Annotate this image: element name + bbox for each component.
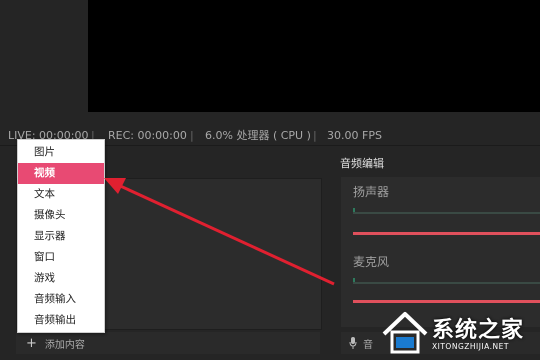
house-logo-icon (382, 312, 428, 354)
menu-item-camera[interactable]: 摄像头 (18, 205, 104, 226)
audio-panel-title: 音频编辑 (340, 157, 384, 170)
watermark: 系统之家 XITONGZHIJIA.NET (372, 306, 540, 360)
mic-level-meter (353, 282, 540, 284)
status-separator: | (313, 128, 317, 142)
menu-item-display[interactable]: 显示器 (18, 226, 104, 247)
speaker-volume-slider[interactable] (353, 232, 540, 235)
speaker-label: 扬声器 (353, 185, 390, 199)
menu-item-audio-output[interactable]: 音频输出 (18, 310, 104, 331)
plus-icon: + (26, 335, 37, 351)
mic-volume-slider[interactable] (353, 300, 540, 303)
rec-timer: REC: 00:00:00 (108, 128, 187, 142)
menu-item-window[interactable]: 窗口 (18, 247, 104, 268)
status-separator: | (190, 128, 194, 142)
watermark-url: XITONGZHIJIA.NET (432, 342, 509, 351)
fps-readout: 30.00 FPS (327, 128, 382, 142)
menu-item-game[interactable]: 游戏 (18, 268, 104, 289)
cpu-usage: 6.0% 处理器 ( CPU ) (205, 129, 311, 142)
menu-item-video[interactable]: 视频 (18, 163, 104, 184)
add-source-menu: 图片 视频 文本 摄像头 显示器 窗口 游戏 音频输入 音频输出 (17, 139, 105, 333)
menu-item-text[interactable]: 文本 (18, 184, 104, 205)
add-source-label: 添加内容 (44, 339, 85, 351)
menu-item-image[interactable]: 图片 (18, 142, 104, 163)
add-source-button[interactable]: + 添加内容 (16, 332, 320, 354)
microphone-icon (349, 337, 357, 349)
audio-mixer-panel: 扬声器 麦克风 (341, 177, 540, 327)
mic-label: 麦克风 (353, 255, 390, 269)
speaker-level-meter (353, 212, 540, 214)
stream-preview (88, 0, 540, 112)
menu-item-audio-input[interactable]: 音频输入 (18, 289, 104, 310)
watermark-name: 系统之家 (432, 318, 525, 343)
